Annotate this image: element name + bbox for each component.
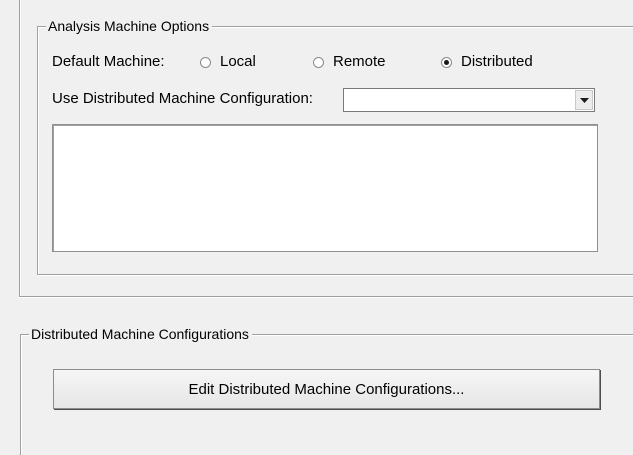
chevron-down-icon[interactable] xyxy=(575,90,593,110)
distributed-config-combobox[interactable] xyxy=(343,88,595,112)
analysis-machine-options-title: Analysis Machine Options xyxy=(46,18,213,34)
use-distributed-config-label: Use Distributed Machine Configuration: xyxy=(52,90,313,107)
radio-local-label[interactable]: Local xyxy=(220,53,256,71)
radio-distributed-indicator[interactable] xyxy=(441,56,452,68)
radio-remote[interactable]: Remote xyxy=(313,53,386,71)
radio-local-indicator[interactable] xyxy=(200,56,211,68)
radio-distributed[interactable]: Distributed xyxy=(441,53,533,71)
edit-distributed-configurations-button-label[interactable]: Edit Distributed Machine Configurations.… xyxy=(189,381,465,398)
radio-local[interactable]: Local xyxy=(200,53,256,71)
distributed-machine-configurations-title: Distributed Machine Configurations xyxy=(29,326,252,342)
radio-distributed-label[interactable]: Distributed xyxy=(461,53,533,71)
chevron-down-icon-glyph xyxy=(579,97,589,103)
default-machine-label: Default Machine: xyxy=(52,53,165,70)
edit-distributed-configurations-button[interactable]: Edit Distributed Machine Configurations.… xyxy=(53,369,600,409)
distributed-config-listbox[interactable] xyxy=(52,124,598,252)
radio-remote-label[interactable]: Remote xyxy=(333,53,386,71)
radio-remote-indicator[interactable] xyxy=(313,56,324,68)
